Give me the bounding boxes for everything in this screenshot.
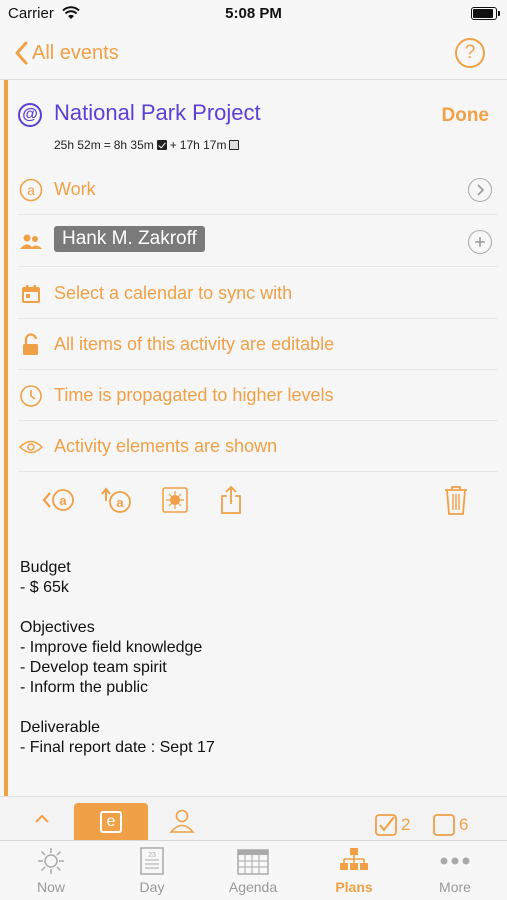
note-line: - Final report date : Sept 17 xyxy=(20,739,215,756)
activity-title[interactable]: National Park Project xyxy=(54,100,261,126)
note-line: Deliverable xyxy=(20,719,101,736)
activity-at-icon: @ xyxy=(18,103,42,127)
chevron-left-icon xyxy=(15,41,28,65)
unlock-icon xyxy=(18,332,44,358)
time-equals: = xyxy=(103,138,111,152)
status-time: 5:08 PM xyxy=(225,5,282,22)
calendar-sync-row[interactable]: Select a calendar to sync with xyxy=(18,269,498,319)
status-bar: Carrier 5:08 PM xyxy=(0,0,507,28)
move-up-icon[interactable]: a xyxy=(98,485,134,515)
ellipsis-icon xyxy=(440,857,470,865)
hierarchy-icon xyxy=(340,848,368,870)
element-e-icon: e xyxy=(100,811,122,833)
eye-icon xyxy=(18,434,44,460)
note-line: - Improve field knowledge xyxy=(20,639,203,656)
checkbox-empty-icon xyxy=(433,814,455,836)
visibility-row[interactable]: Activity elements are shown xyxy=(18,422,498,472)
day-calendar-icon: 23 xyxy=(140,847,164,875)
tab-bar: Now 23 Day Agenda Plans More xyxy=(0,840,507,900)
done-button[interactable]: Done xyxy=(442,105,490,127)
unchecked-count: 6 xyxy=(459,815,469,834)
people-icon xyxy=(18,229,44,255)
person-outline-icon[interactable] xyxy=(168,807,196,835)
activity-notes[interactable]: Budget - $ 65k Objectives - Improve fiel… xyxy=(20,558,490,758)
tab-elements[interactable]: e xyxy=(74,803,148,841)
clock-icon xyxy=(18,383,44,409)
person-chip[interactable]: Hank M. Zakroff xyxy=(54,226,205,252)
chevron-right-icon[interactable] xyxy=(468,178,492,202)
tab-label: More xyxy=(439,879,471,895)
tab-now[interactable]: Now xyxy=(1,847,101,899)
move-out-icon[interactable]: a xyxy=(40,485,76,515)
editable-row[interactable]: All items of this activity are editable xyxy=(18,320,498,370)
tab-agenda[interactable]: Agenda xyxy=(203,847,303,899)
settings-square-icon[interactable] xyxy=(162,485,188,515)
editable-label: All items of this activity are editable xyxy=(54,334,335,354)
person-row[interactable]: Hank M. Zakroff xyxy=(18,217,498,267)
activity-detail: @ National Park Project Done 25h 52m = 8… xyxy=(0,80,507,796)
tab-label: Agenda xyxy=(228,879,278,895)
chevron-up-icon[interactable] xyxy=(30,807,54,831)
time-summary: 25h 52m = 8h 35m + 17h 17m xyxy=(54,138,240,152)
time-propagation-row[interactable]: Time is propagated to higher levels xyxy=(18,371,498,421)
title-row: @ National Park Project Done xyxy=(18,100,498,130)
back-button[interactable]: All events xyxy=(14,38,119,68)
add-person-icon[interactable] xyxy=(468,230,492,254)
help-button[interactable]: ? xyxy=(455,38,485,68)
time-open: 17h 17m xyxy=(179,138,227,152)
activity-toolbar: a a xyxy=(18,475,498,525)
unchecked-items-count[interactable]: 6 xyxy=(432,813,468,837)
note-line: Budget xyxy=(20,559,71,576)
note-line: - Inform the public xyxy=(20,679,149,696)
note-line: - $ 65k xyxy=(20,579,69,596)
sun-icon xyxy=(38,848,64,874)
svg-text:a: a xyxy=(59,493,67,508)
navigation-bar: All events ? xyxy=(0,28,507,80)
checkbox-checked-icon xyxy=(375,814,397,836)
back-button-label: All events xyxy=(32,41,119,64)
checked-items-count[interactable]: 2 xyxy=(374,813,410,837)
tab-label: Plans xyxy=(335,879,373,895)
agenda-grid-icon xyxy=(237,849,269,875)
accent-bar xyxy=(4,80,8,796)
context-at-icon: a xyxy=(18,177,44,203)
calendar-icon xyxy=(18,281,44,307)
svg-text:a: a xyxy=(27,182,35,198)
sub-tab-strip: e 2 6 xyxy=(0,796,507,841)
tab-label: Now xyxy=(36,879,65,895)
tab-more[interactable]: More xyxy=(405,847,505,899)
unchecked-box-icon xyxy=(229,140,240,150)
share-icon[interactable] xyxy=(218,485,244,515)
context-row[interactable]: a Work xyxy=(18,165,498,215)
time-total: 25h 52m xyxy=(54,138,101,152)
time-plus: + xyxy=(169,138,177,152)
trash-icon[interactable] xyxy=(442,485,470,515)
tab-plans[interactable]: Plans xyxy=(304,847,404,899)
note-line: - Develop team spirit xyxy=(20,659,167,676)
tab-day[interactable]: 23 Day xyxy=(102,847,202,899)
note-line: Objectives xyxy=(20,619,95,636)
svg-text:23: 23 xyxy=(148,852,156,859)
calendar-sync-label: Select a calendar to sync with xyxy=(54,283,293,303)
time-propagation-label: Time is propagated to higher levels xyxy=(54,385,334,405)
visibility-label: Activity elements are shown xyxy=(54,436,278,456)
time-done: 8h 35m xyxy=(113,138,154,152)
context-label: Work xyxy=(54,179,96,199)
checked-box-icon xyxy=(156,140,167,150)
checked-count: 2 xyxy=(401,815,411,834)
battery-icon xyxy=(471,7,500,20)
tab-label: Day xyxy=(139,879,165,895)
svg-text:a: a xyxy=(116,495,124,510)
